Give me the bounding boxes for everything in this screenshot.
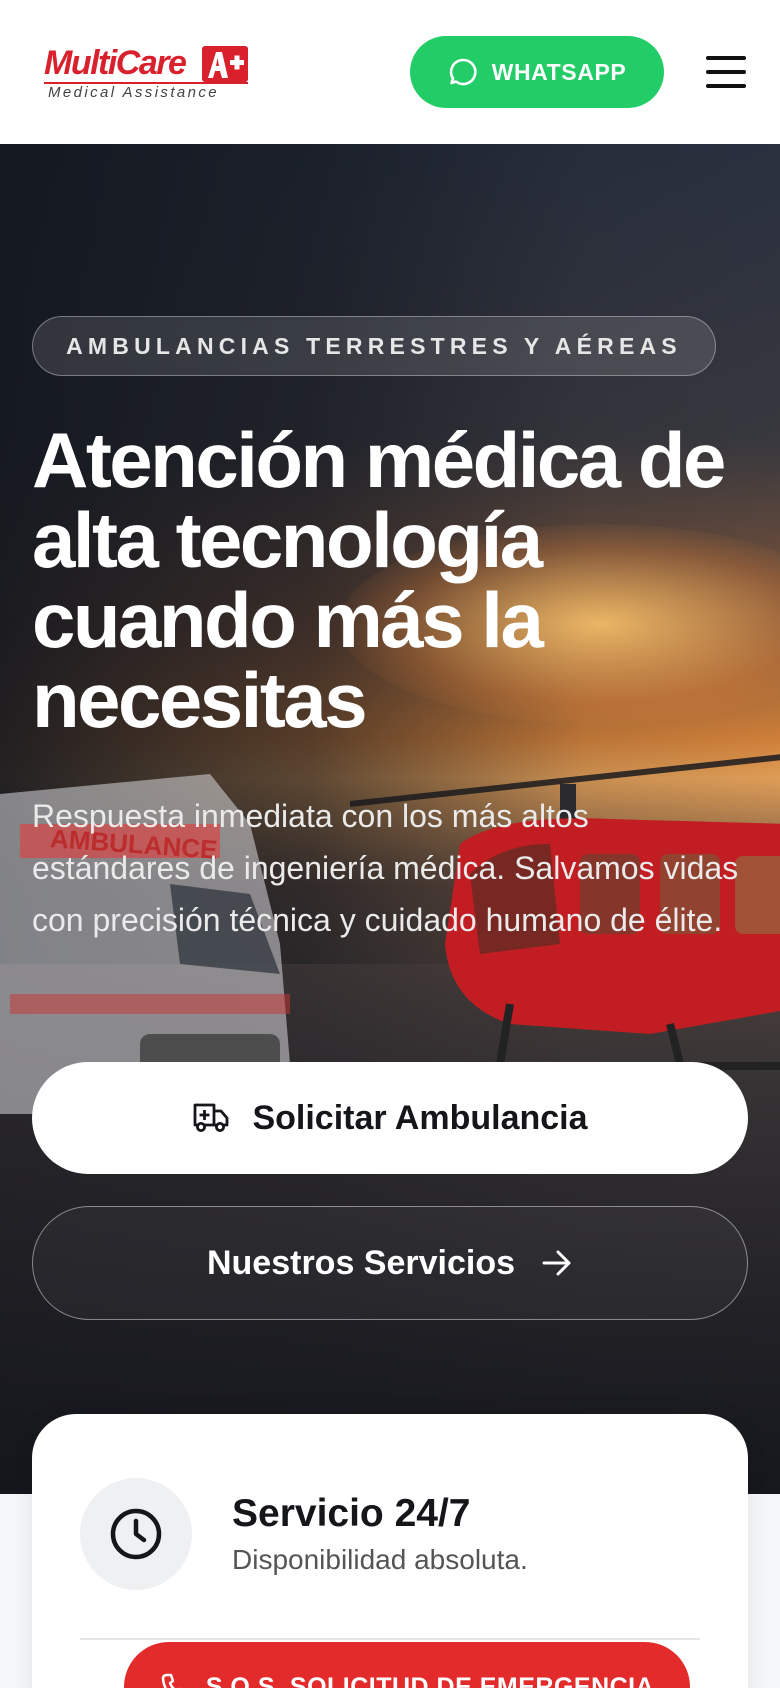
site-header: MultiCare Medical Assistance WHATSAPP: [0, 0, 780, 144]
whatsapp-label: WHATSAPP: [491, 58, 627, 85]
our-services-button[interactable]: Nuestros Servicios: [32, 1206, 748, 1320]
card-title: Servicio 24/7: [232, 1492, 471, 1535]
hero-description: Respuesta inmediata con los más altos es…: [32, 798, 739, 938]
hero-title-line: Atención médica de: [32, 416, 726, 504]
hero-section: AMBULANCE AMBULANCIAS TERRESTRES Y AÉREA…: [0, 144, 780, 1494]
hero-title-line: necesitas: [32, 656, 368, 744]
clock-icon-container: [80, 1478, 192, 1590]
multicare-logo[interactable]: MultiCare Medical Assistance: [42, 40, 252, 104]
hero-title-line: cuando más la: [32, 576, 544, 664]
hamburger-menu-icon[interactable]: [706, 56, 746, 88]
card-subtitle: Disponibilidad absoluta.: [232, 1544, 528, 1575]
logo-wordmark: MultiCare: [44, 44, 187, 82]
whatsapp-button[interactable]: WHATSAPP: [410, 36, 664, 108]
hero-title-line: alta tecnología: [32, 496, 543, 584]
service-badge: AMBULANCIAS TERRESTRES Y AÉREAS: [32, 316, 716, 376]
clock-icon: [110, 1508, 162, 1560]
logo-a-plus-mark: [202, 46, 248, 82]
sos-emergency-button[interactable]: S.O.S. SOLICITUD DE EMERGENCIA: [124, 1642, 690, 1688]
header-actions: WHATSAPP: [410, 36, 746, 108]
whatsapp-icon: [449, 58, 477, 86]
card-divider: [80, 1638, 700, 1640]
phone-icon: [161, 1673, 182, 1688]
request-ambulance-button[interactable]: Solicitar Ambulancia: [32, 1062, 748, 1174]
logo-tagline: Medical Assistance: [48, 84, 220, 101]
arrow-right-icon: [542, 1250, 571, 1276]
our-services-label: Nuestros Servicios: [206, 1243, 516, 1282]
hero-title: Atención médica de alta tecnología cuand…: [32, 420, 748, 740]
request-ambulance-label: Solicitar Ambulancia: [252, 1098, 588, 1137]
service-24-7-card: Servicio 24/7 Disponibilidad absoluta. S…: [32, 1414, 748, 1688]
sos-label: S.O.S. SOLICITUD DE EMERGENCIA: [205, 1672, 655, 1688]
ambulance-icon: [194, 1103, 229, 1132]
